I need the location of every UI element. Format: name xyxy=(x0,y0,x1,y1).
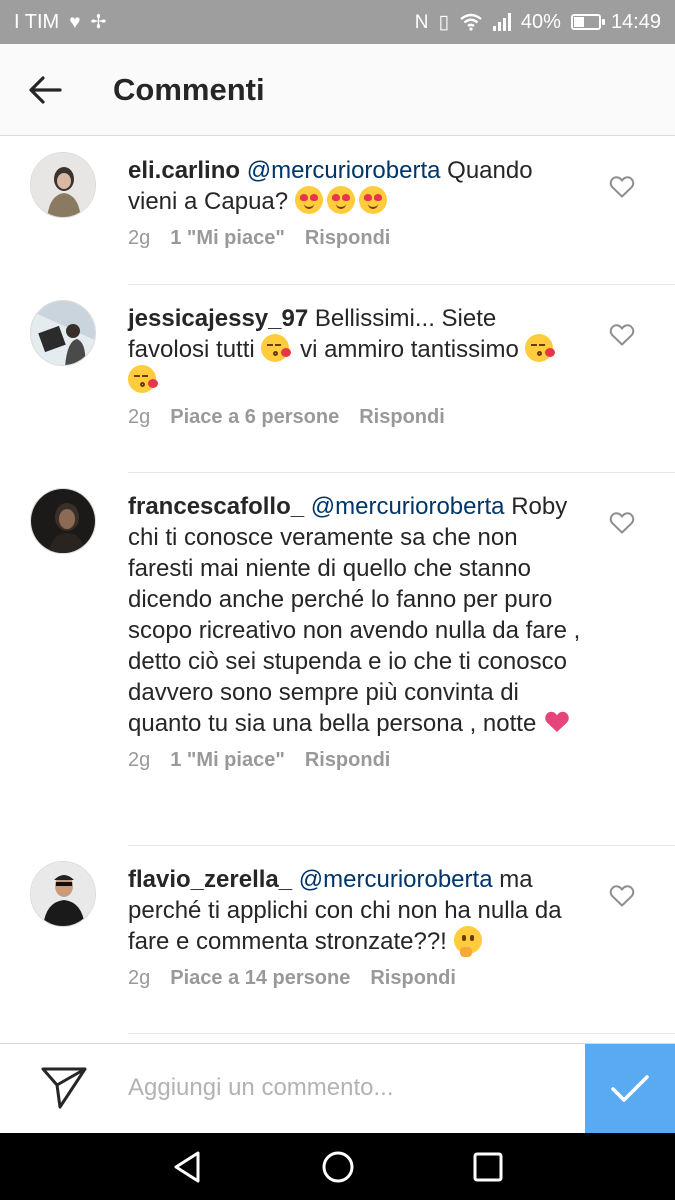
reply-button[interactable]: Rispondi xyxy=(359,404,445,430)
clock: 14:49 xyxy=(610,10,661,33)
comment-composer xyxy=(0,1043,675,1133)
comment-meta: 2g Piace a 6 persone Rispondi xyxy=(128,404,583,430)
arrow-left-icon xyxy=(29,75,62,104)
heart-eyes-emoji xyxy=(358,186,387,214)
comment-item: flavio_zerella_ @mercurioroberta ma perc… xyxy=(0,846,675,1034)
comment-list: eli.carlino @mercurioroberta Quando vien… xyxy=(0,137,675,1034)
avatar[interactable] xyxy=(30,861,96,927)
avatar[interactable] xyxy=(30,152,96,218)
kissing-heart-emoji xyxy=(525,334,556,362)
comment-meta: 2g 1 "Mi piace" Rispondi xyxy=(128,225,583,251)
reply-button[interactable]: Rispondi xyxy=(370,965,456,991)
comment-text: eli.carlino @mercurioroberta Quando vien… xyxy=(128,155,583,217)
comment-username[interactable]: flavio_zerella_ xyxy=(128,866,292,893)
paper-plane-icon[interactable] xyxy=(40,1066,88,1110)
comment-age: 2g xyxy=(128,749,151,771)
header: Commenti xyxy=(0,44,675,136)
back-triangle-icon[interactable] xyxy=(170,1149,206,1185)
battery-percent: 40% xyxy=(520,10,561,33)
likes-count[interactable]: 1 "Mi piace" xyxy=(170,225,285,251)
comment-text: flavio_zerella_ @mercurioroberta ma perc… xyxy=(128,864,583,957)
mention-link[interactable]: @mercurioroberta xyxy=(247,157,441,184)
heart-icon[interactable] xyxy=(609,884,635,908)
mention-link[interactable]: @mercurioroberta xyxy=(311,493,505,520)
heart-rate-icon: ♥ xyxy=(69,11,81,33)
comment-content: Roby chi ti conosce veramente sa che non… xyxy=(128,493,581,737)
mention-link[interactable]: @mercurioroberta xyxy=(299,866,493,893)
comment-text: jessicajessy_97 Bellissimi... Siete favo… xyxy=(128,303,583,396)
pinwheel-icon: ✢ xyxy=(90,11,107,33)
thinking-face-emoji xyxy=(453,926,482,957)
comment-item: francescafollo_ @mercurioroberta Roby ch… xyxy=(0,473,675,846)
heart-icon[interactable] xyxy=(609,511,635,535)
kissing-heart-emoji xyxy=(128,365,158,393)
likes-count[interactable]: Piace a 6 persone xyxy=(170,404,339,430)
heart-eyes-emoji xyxy=(294,186,323,214)
comment-age: 2g xyxy=(128,406,151,428)
likes-count[interactable]: Piace a 14 persone xyxy=(170,965,350,991)
avatar[interactable] xyxy=(30,300,96,366)
comment-meta: 2g 1 "Mi piace" Rispondi xyxy=(128,747,583,773)
pink-heart-emoji xyxy=(545,711,569,732)
post-button[interactable] xyxy=(585,1044,675,1133)
carrier-label: I TIM xyxy=(14,10,60,33)
home-circle-icon[interactable] xyxy=(320,1149,356,1185)
comment-text: francescafollo_ @mercurioroberta Roby ch… xyxy=(128,491,583,739)
comment-item: eli.carlino @mercurioroberta Quando vien… xyxy=(0,137,675,285)
comment-age: 2g xyxy=(128,227,151,249)
comment-item: jessicajessy_97 Bellissimi... Siete favo… xyxy=(0,285,675,473)
avatar[interactable] xyxy=(30,488,96,554)
heart-eyes-emoji xyxy=(326,186,355,214)
signal-icon xyxy=(492,13,511,31)
comment-username[interactable]: francescafollo_ xyxy=(128,493,304,520)
reply-button[interactable]: Rispondi xyxy=(305,747,391,773)
nfc-icon: N xyxy=(414,11,429,33)
recents-square-icon[interactable] xyxy=(470,1149,506,1185)
comment-input[interactable] xyxy=(110,1058,580,1118)
checkmark-icon xyxy=(611,1074,649,1102)
wifi-icon xyxy=(460,13,482,31)
comment-content-continued: vi ammiro tantissimo xyxy=(300,336,519,363)
page-title: Commenti xyxy=(113,71,265,107)
comment-username[interactable]: eli.carlino xyxy=(128,157,240,184)
heart-icon[interactable] xyxy=(609,323,635,347)
vibrate-icon: ▯ xyxy=(438,11,449,33)
status-bar: I TIM ♥ ✢ N ▯ 40% 14:49 xyxy=(0,0,675,44)
comment-age: 2g xyxy=(128,967,151,989)
system-navigation-bar xyxy=(0,1133,675,1200)
back-button[interactable] xyxy=(0,44,90,136)
comment-meta: 2g Piace a 14 persone Rispondi xyxy=(128,965,583,991)
kissing-heart-emoji xyxy=(261,334,292,362)
reply-button[interactable]: Rispondi xyxy=(305,225,391,251)
comment-username[interactable]: jessicajessy_97 xyxy=(128,305,308,332)
heart-icon[interactable] xyxy=(609,175,635,199)
likes-count[interactable]: 1 "Mi piace" xyxy=(170,747,285,773)
battery-icon xyxy=(570,14,605,30)
